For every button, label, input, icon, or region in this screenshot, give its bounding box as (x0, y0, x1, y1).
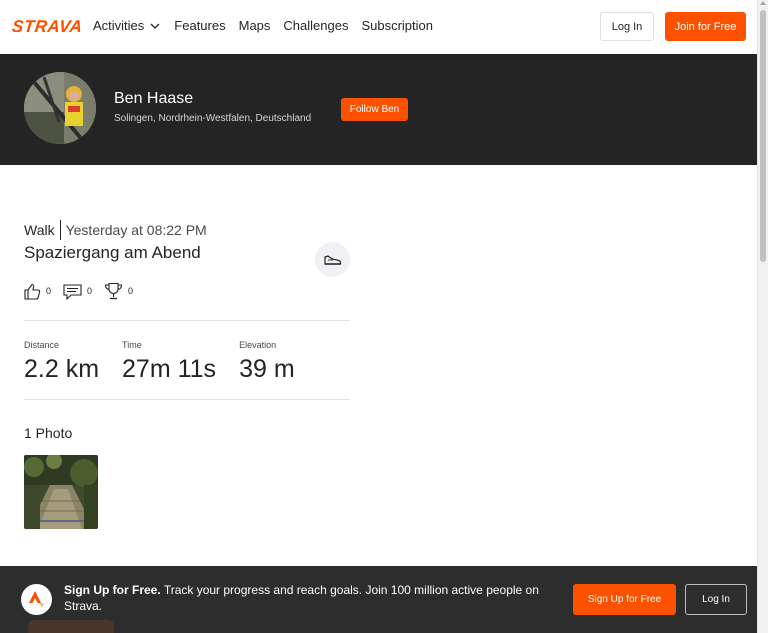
divider (24, 399, 350, 400)
follow-button[interactable]: Follow Ben (341, 98, 408, 121)
strava-logo[interactable]: STRAVA (11, 17, 83, 37)
nav-links: Activities Features Maps Challenges Subs… (93, 18, 446, 33)
trophy-icon (104, 282, 123, 300)
banner-login-button[interactable]: Log In (685, 584, 747, 615)
strava-badge-icon (21, 584, 52, 615)
stat-distance: Distance 2.2 km (24, 340, 99, 384)
top-nav: STRAVA Activities Features Maps Challeng… (0, 0, 757, 54)
achievements-button[interactable]: 0 (104, 282, 133, 300)
stat-label: Time (122, 340, 142, 350)
separator (59, 220, 61, 240)
activity-meta: Walk Yesterday at 08:22 PM (24, 220, 207, 240)
comment-icon (63, 283, 82, 300)
comments-count: 0 (87, 286, 93, 296)
photo-thumbnail (24, 455, 98, 529)
achievements-count: 0 (128, 286, 134, 296)
photos-heading: 1 Photo (24, 425, 73, 441)
avatar[interactable] (24, 72, 96, 144)
scroll-thumb[interactable] (760, 10, 766, 262)
stat-value: 27m 11s (122, 355, 217, 383)
login-button[interactable]: Log In (600, 12, 654, 41)
activity-title: Spaziergang am Abend (24, 243, 201, 262)
athlete-location: Solingen, Nordrhein-Westfalen, Deutschla… (114, 113, 312, 124)
activity-type: Walk (24, 222, 55, 238)
stat-label: Elevation (239, 340, 277, 350)
stat-value: 2.2 km (24, 355, 100, 383)
chevron-down-icon (150, 23, 160, 29)
activity-stats: Distance 2.2 km Time 27m 11s Elevation 3… (24, 340, 318, 384)
scrollbar[interactable] (757, 0, 768, 633)
stat-value: 39 m (239, 355, 295, 383)
social-bar: 0 0 0 (24, 282, 145, 300)
stat-label: Distance (24, 340, 60, 350)
stat-elevation: Elevation 39 m (239, 340, 295, 384)
nav-item-maps[interactable]: Maps (239, 18, 271, 33)
scroll-up-icon[interactable] (760, 1, 766, 5)
obscured-element (28, 620, 114, 633)
kudos-count: 0 (46, 286, 52, 296)
nav-item-activities[interactable]: Activities (93, 18, 161, 33)
signup-button[interactable]: Sign Up for Free (573, 584, 676, 615)
banner-headline: Sign Up for Free. (64, 583, 161, 597)
avatar-image (24, 72, 96, 144)
banner-text: Sign Up for Free. Track your progress an… (64, 582, 554, 614)
thumbs-up-icon (24, 283, 41, 300)
divider (24, 320, 350, 321)
nav-item-challenges[interactable]: Challenges (283, 18, 348, 33)
profile-header: Ben Haase Solingen, Nordrhein-Westfalen,… (0, 54, 757, 165)
strava-chevron-icon (28, 590, 44, 607)
kudos-button[interactable]: 0 (24, 283, 51, 300)
join-button[interactable]: Join for Free (665, 12, 746, 41)
activity-photo[interactable] (24, 455, 98, 529)
activity-time: Yesterday at 08:22 PM (65, 222, 207, 238)
nav-item-subscription[interactable]: Subscription (361, 18, 433, 33)
comments-button[interactable]: 0 (63, 283, 92, 300)
nav-item-features[interactable]: Features (174, 18, 225, 33)
athlete-name[interactable]: Ben Haase (114, 90, 193, 108)
sport-type-badge (315, 242, 350, 277)
stat-time: Time 27m 11s (122, 340, 216, 384)
shoe-icon (323, 254, 341, 265)
